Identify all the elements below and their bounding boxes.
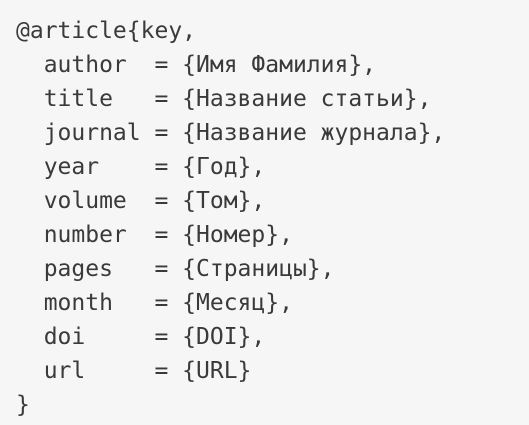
code-line-closing-brace: } [16,392,30,418]
code-line-journal: journal = {Название журнала}, [16,120,446,146]
code-line-volume: volume = {Том}, [16,188,266,214]
bibtex-code-block: @article{key, author = {Имя Фамилия}, ti… [16,14,445,422]
code-line-author: author = {Имя Фамилия}, [16,52,377,78]
code-line-year: year = {Год}, [16,154,266,180]
code-line-doi: doi = {DOI}, [16,324,266,350]
code-line-url: url = {URL} [16,358,252,384]
code-line-month: month = {Месяц}, [16,290,293,316]
code-line-title: title = {Название статьи}, [16,86,432,112]
code-line-pages: pages = {Страницы}, [16,256,335,282]
code-panel: @article{key, author = {Имя Фамилия}, ti… [0,0,529,425]
code-line-number: number = {Номер}, [16,222,293,248]
code-line-entry-header: @article{key, [16,18,197,44]
